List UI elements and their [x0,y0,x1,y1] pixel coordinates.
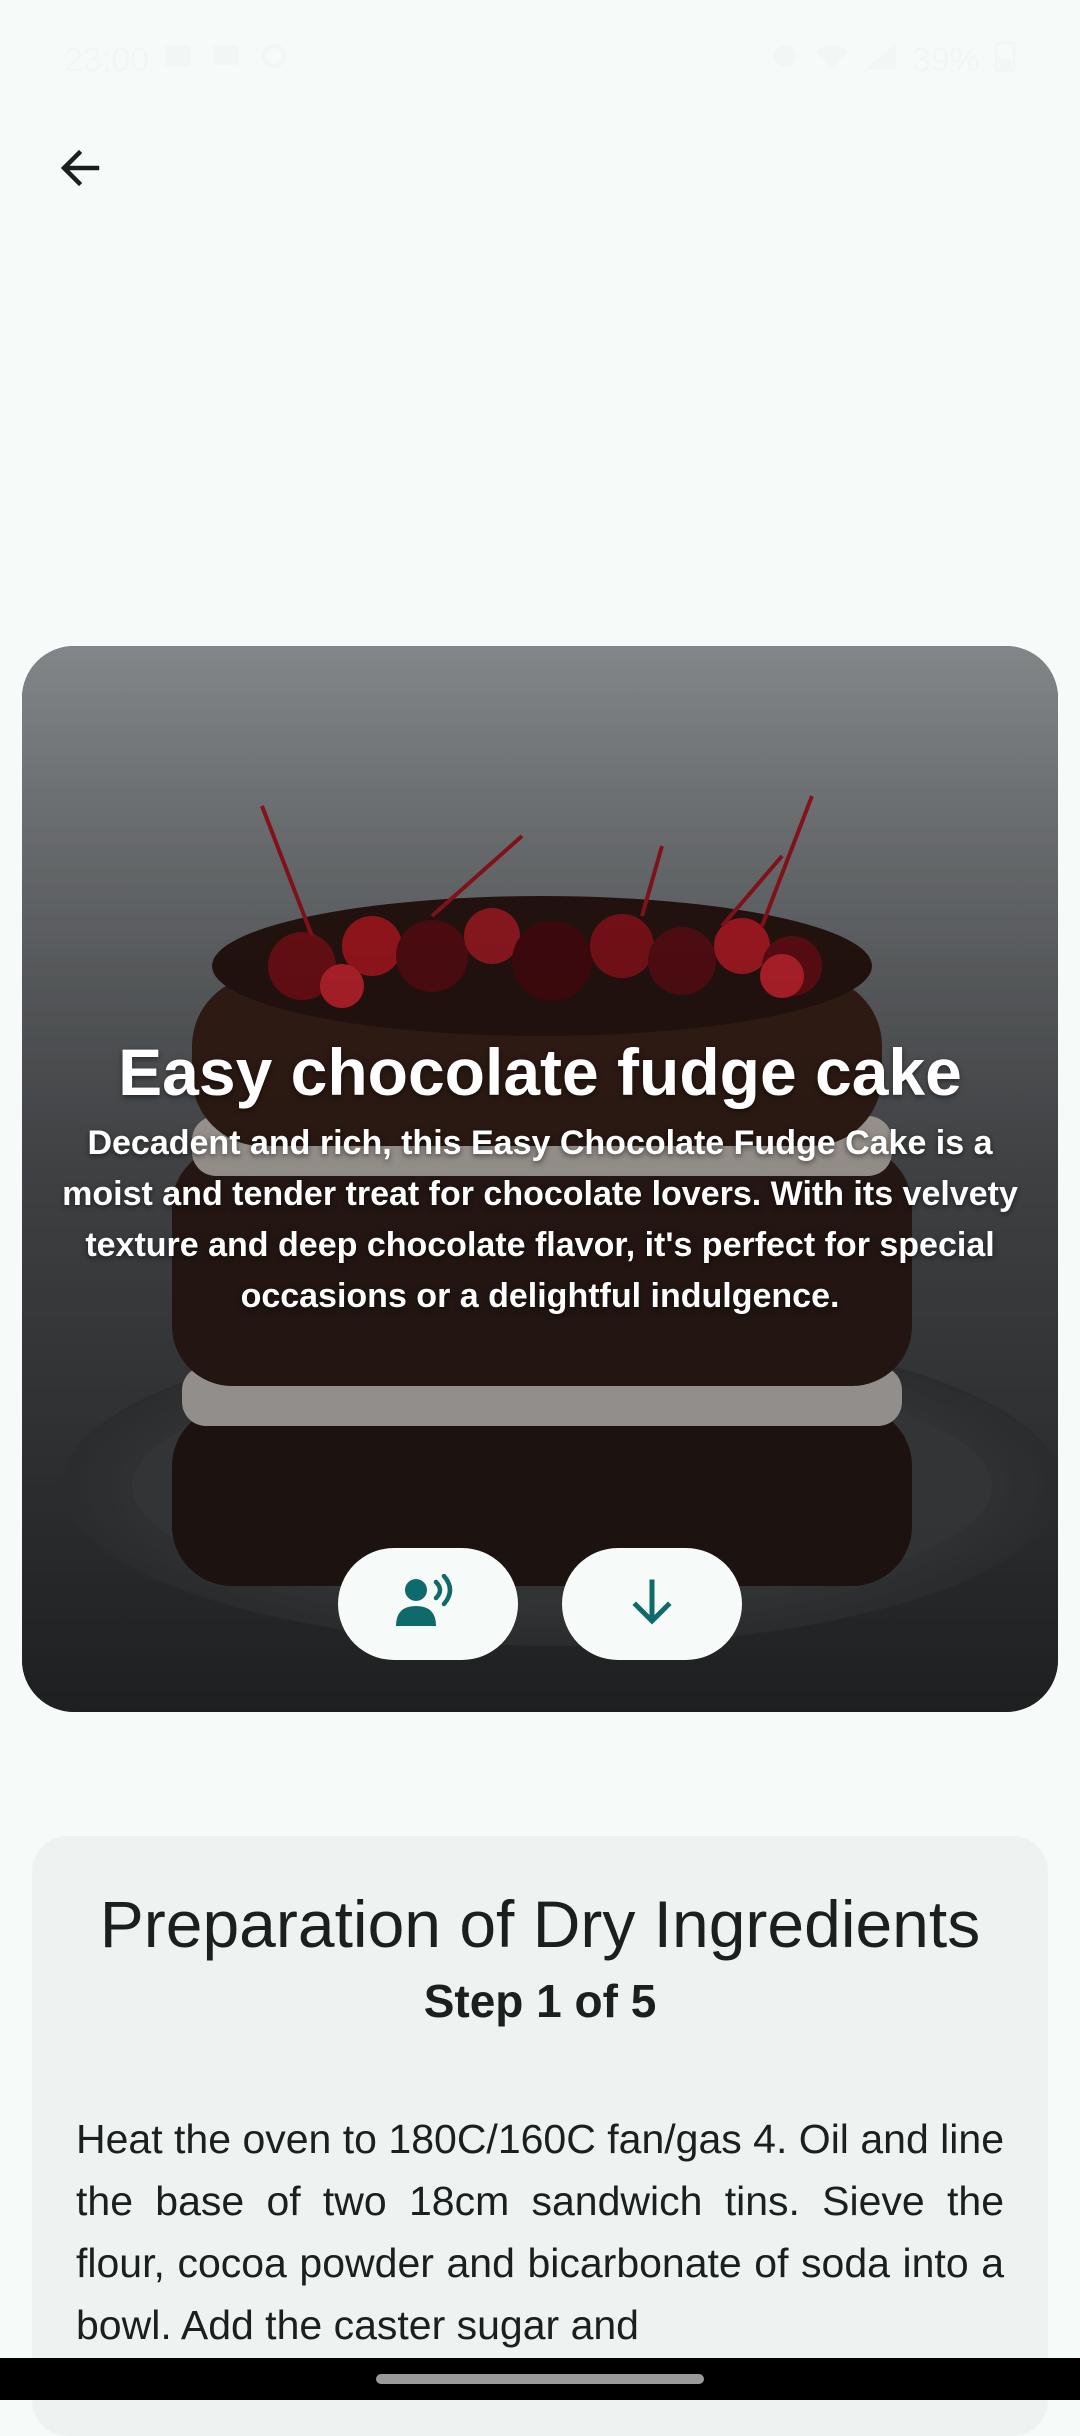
signal-icon [864,41,898,80]
recipe-description: Decadent and rich, this Easy Chocolate F… [62,1124,1018,1315]
step-title: Preparation of Dry Ingredients [99,1887,981,1961]
download-button[interactable] [562,1548,742,1660]
recipe-title: Easy chocolate fudge cake [118,1035,962,1109]
back-button[interactable] [40,130,120,210]
step-body: Heat the oven to 180C/160C fan/gas 4. Oi… [76,2116,1004,2348]
record-voice-over-icon [396,1573,460,1635]
battery-percent: 39% [911,40,980,79]
status-right: 39% [770,39,1016,82]
step-counter: Step 1 of 5 [423,1975,657,2027]
arrow-left-icon [55,143,105,198]
notification-icon [163,41,197,80]
status-left: 23:00 [64,41,289,80]
message-icon [211,41,245,80]
battery-icon [994,39,1016,82]
voice-assistant-button[interactable] [338,1548,518,1660]
arrow-down-icon [626,1576,678,1633]
status-time: 23:00 [64,40,150,79]
system-nav-bar [0,2358,1080,2400]
wifi-icon [814,41,850,80]
step-card: Preparation of Dry Ingredients Step 1 of… [32,1836,1048,2436]
sync-icon [259,41,289,80]
recipe-hero-card: Easy chocolate fudge cake Decadent and r… [22,646,1058,1712]
home-gesture-handle[interactable] [376,2374,704,2384]
hero-actions [22,1548,1058,1660]
alarm-icon [770,41,800,80]
status-bar: 23:00 39% [0,0,1080,120]
